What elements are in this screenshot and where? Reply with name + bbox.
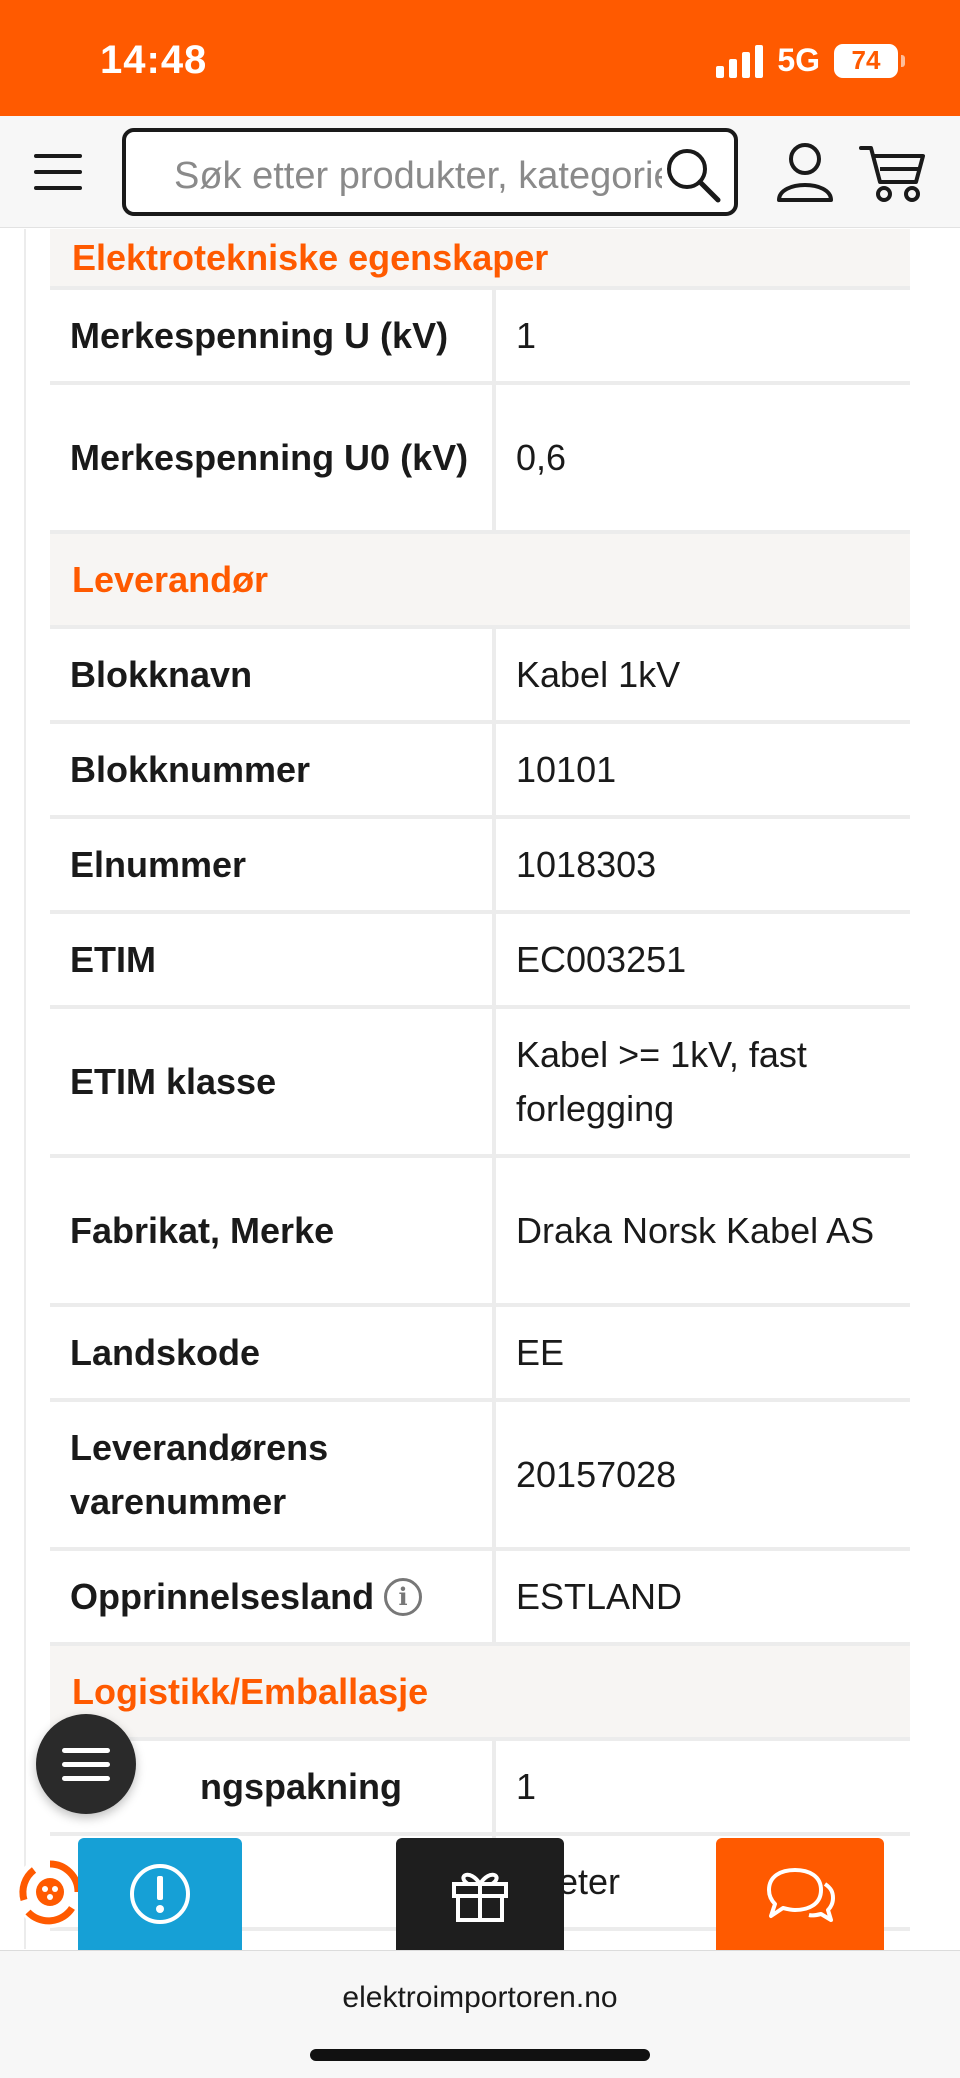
table-row: Blokknummer 10101 [50, 724, 910, 819]
spec-key: Leverandørens varenummer [50, 1402, 496, 1547]
search-icon[interactable] [662, 144, 724, 206]
signal-icon [716, 44, 764, 78]
widget-badge-icon[interactable] [14, 1856, 86, 1928]
chat-icon [767, 1868, 835, 1922]
table-row: Blokknavn Kabel 1kV [50, 629, 910, 724]
browser-url[interactable]: elektroimportoren.no [0, 1981, 960, 2015]
network-label: 5G [777, 42, 820, 78]
table-row: Opprinnelsesland i ESTLAND [50, 1551, 910, 1646]
search-box [122, 128, 738, 216]
table-row: ngspakning 1 [50, 1741, 910, 1836]
status-bar: 14:48 5G 74 [0, 0, 960, 116]
table-row: ETIM EC003251 [50, 914, 910, 1009]
battery-icon: 74 [834, 43, 905, 78]
spec-value: 1 [516, 1765, 537, 1807]
user-icon[interactable] [774, 140, 836, 204]
spec-value: 1 [516, 314, 537, 356]
hamburger-menu-icon[interactable] [30, 144, 86, 200]
table-row: Leverandørens varenummer 20157028 [50, 1402, 910, 1551]
spec-key-label: Opprinnelsesland [70, 1575, 375, 1617]
spec-value: 0,6 [516, 436, 567, 478]
content-border [24, 229, 26, 1949]
spec-value: 10101 [516, 748, 617, 790]
spec-key: ETIM [50, 914, 496, 1005]
spec-value: EC003251 [516, 938, 687, 980]
battery-level: 74 [851, 45, 881, 75]
section-title: Logistikk/Emballasje [72, 1670, 429, 1712]
table-row: Merkespenning U0 (kV) 0,6 [50, 385, 910, 534]
section-header: Elektrotekniske egenskaper [50, 229, 910, 290]
section-title: Elektrotekniske egenskaper [72, 236, 549, 278]
spec-value: Kabel 1kV [516, 653, 681, 695]
gift-button[interactable] [396, 1838, 564, 1950]
table-row: Landskode EE [50, 1307, 910, 1402]
search-input[interactable] [174, 146, 734, 206]
home-indicator [310, 2049, 650, 2061]
gift-icon [452, 1872, 508, 1922]
specs-table: Elektrotekniske egenskaper Merkespenning… [50, 229, 910, 1931]
site-header [0, 116, 960, 228]
warning-icon [130, 1864, 190, 1924]
product-specs: Elektrotekniske egenskaper Merkespenning… [0, 229, 960, 1949]
spec-value: Draka Norsk Kabel AS [516, 1209, 875, 1251]
table-row: Merkespenning U (kV) 1 [50, 290, 910, 385]
spec-key: Elnummer [50, 819, 496, 910]
spec-key: ETIM klasse [50, 1009, 496, 1154]
cart-icon[interactable] [858, 140, 928, 204]
status-indicators: 5G 74 [716, 42, 905, 79]
info-icon[interactable]: i [384, 1577, 423, 1616]
spec-key: Landskode [50, 1307, 496, 1398]
table-row: ETIM klasse Kabel >= 1kV, fast forleggin… [50, 1009, 910, 1158]
browser-address-bar[interactable]: elektroimportoren.no [0, 1950, 960, 2078]
table-row: Elnummer 1018303 [50, 819, 910, 914]
chat-button[interactable] [716, 1838, 884, 1950]
spec-value: EE [516, 1331, 565, 1373]
spec-value: 1018303 [516, 843, 657, 885]
section-header: Logistikk/Emballasje [50, 1646, 910, 1741]
section-title: Leverandør [72, 558, 269, 600]
spec-key: Fabrikat, Merke [50, 1158, 496, 1303]
spec-key: Blokknummer [50, 724, 496, 815]
spec-key: Merkespenning U (kV) [50, 290, 496, 381]
spec-key: Blokknavn [50, 629, 496, 720]
fab-menu-icon[interactable] [36, 1714, 136, 1814]
spec-value: 20157028 [516, 1453, 677, 1495]
spec-value: ESTLAND [516, 1575, 683, 1617]
table-row: Fabrikat, Merke Draka Norsk Kabel AS [50, 1158, 910, 1307]
spec-key: Opprinnelsesland i [50, 1551, 496, 1642]
spec-key: Merkespenning U0 (kV) [50, 385, 496, 530]
status-time: 14:48 [100, 38, 208, 82]
spec-value: Kabel >= 1kV, fast forlegging [516, 1033, 807, 1129]
warning-button[interactable] [78, 1838, 242, 1950]
section-header: Leverandør [50, 534, 910, 629]
